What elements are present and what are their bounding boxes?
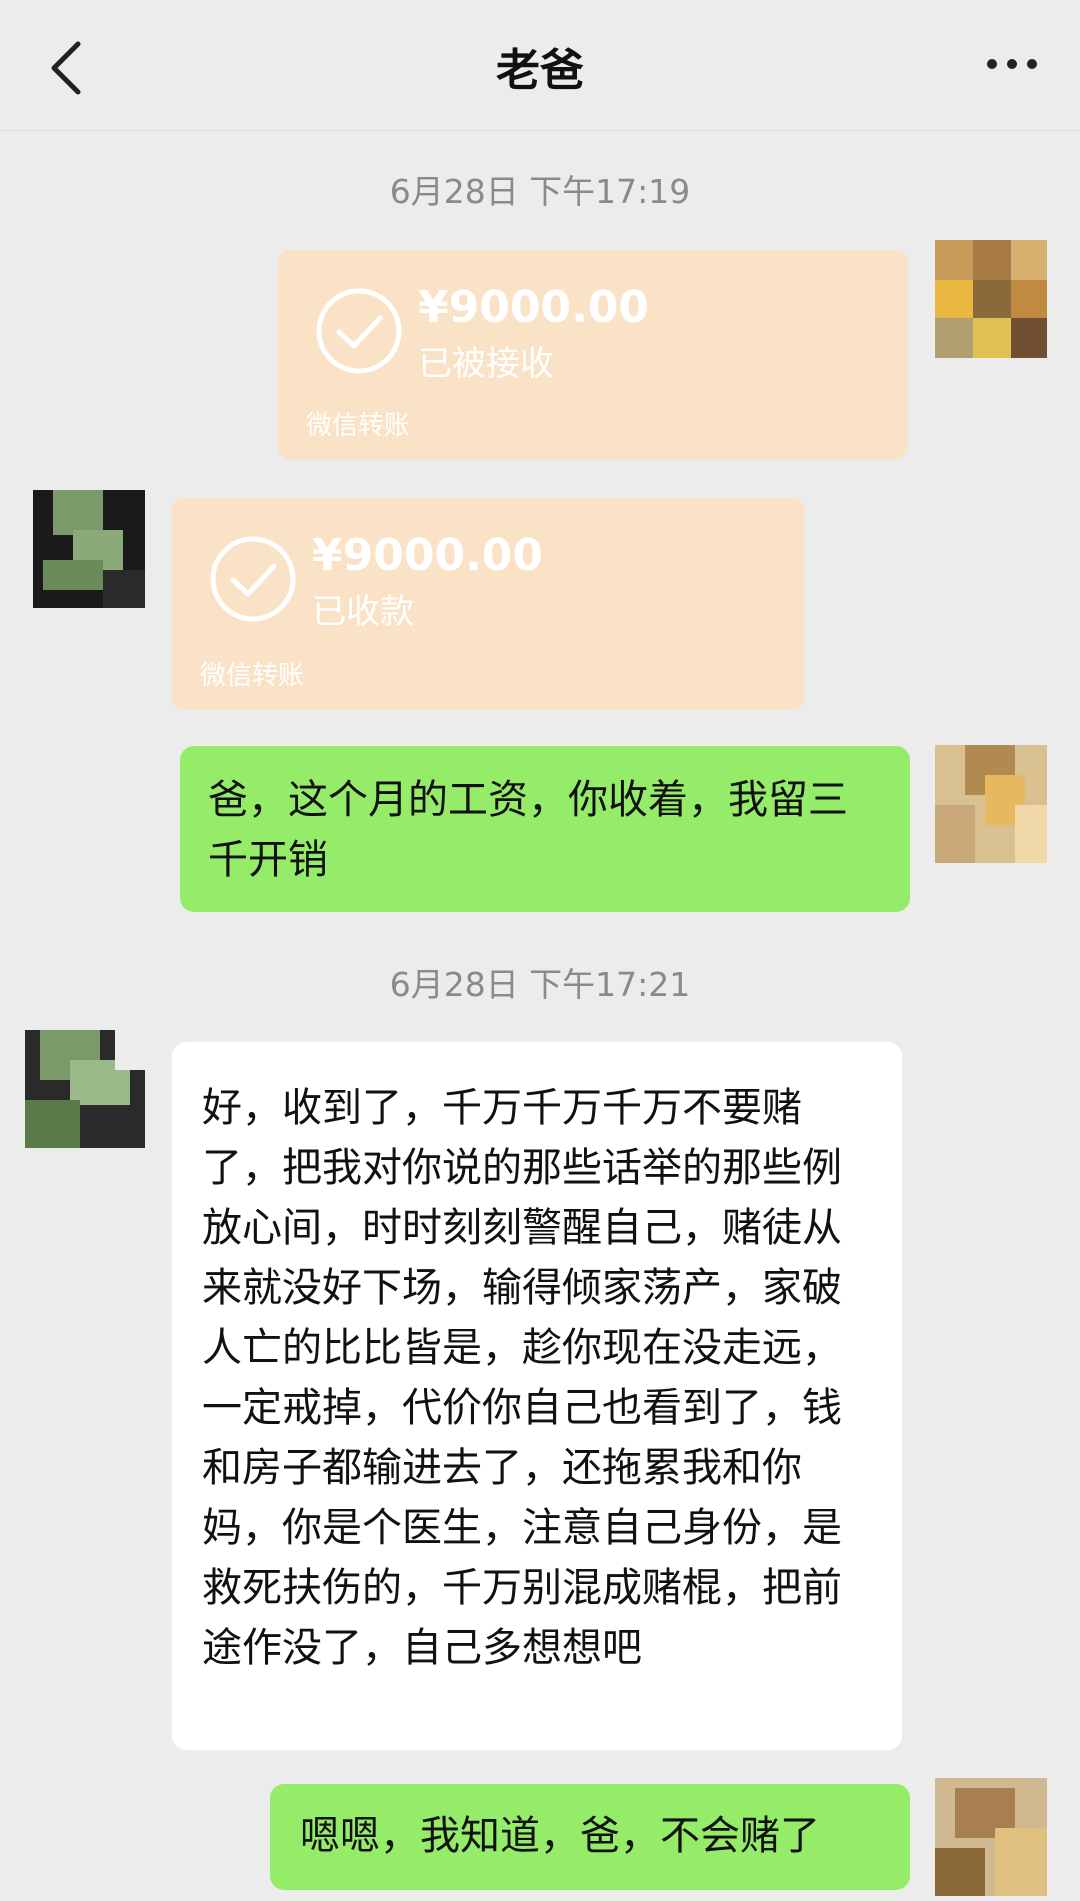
more-button[interactable] [972, 34, 1052, 94]
transfer-amount: ¥9000.00 [418, 282, 650, 333]
chat-title: 老爸 [496, 45, 584, 96]
check-circle-icon [314, 286, 404, 376]
transfer-card-sent[interactable]: ¥9000.00 已被接收 微信转账 [278, 250, 908, 460]
message-text: 爸，这个月的工资，你收着，我留三千开销 [208, 777, 848, 883]
timestamp: 6月28日 下午17:19 [389, 172, 691, 211]
message-bubble-sent[interactable]: 爸，这个月的工资，你收着，我留三千开销 [180, 746, 910, 912]
transfer-amount: ¥9000.00 [312, 530, 544, 581]
message-bubble-sent[interactable]: 嗯嗯，我知道，爸，不会赌了 [270, 1784, 910, 1890]
my-avatar[interactable] [935, 1778, 1047, 1896]
message-text: 好，收到了，千万千万千万不要赌了，把我对你说的那些话举的那些例放心间，时时刻刻警… [202, 1085, 842, 1671]
message-text: 嗯嗯，我知道，爸，不会赌了 [300, 1813, 820, 1859]
transfer-status: 已收款 [312, 592, 414, 632]
my-avatar[interactable] [935, 240, 1047, 358]
top-bar: 老爸 [0, 0, 1080, 131]
timestamp: 6月28日 下午17:21 [389, 965, 691, 1004]
check-circle-icon [208, 534, 298, 624]
transfer-card-received[interactable]: ¥9000.00 已收款 微信转账 [172, 498, 804, 710]
more-horizontal-icon [987, 59, 1037, 69]
my-avatar[interactable] [935, 745, 1047, 863]
father-avatar[interactable] [33, 490, 145, 608]
father-avatar[interactable] [25, 1030, 145, 1148]
transfer-status: 已被接收 [418, 344, 554, 384]
transfer-label: 微信转账 [200, 661, 305, 691]
transfer-label: 微信转账 [306, 411, 411, 441]
message-bubble-received[interactable]: 好，收到了，千万千万千万不要赌了，把我对你说的那些话举的那些例放心间，时时刻刻警… [172, 1042, 902, 1750]
